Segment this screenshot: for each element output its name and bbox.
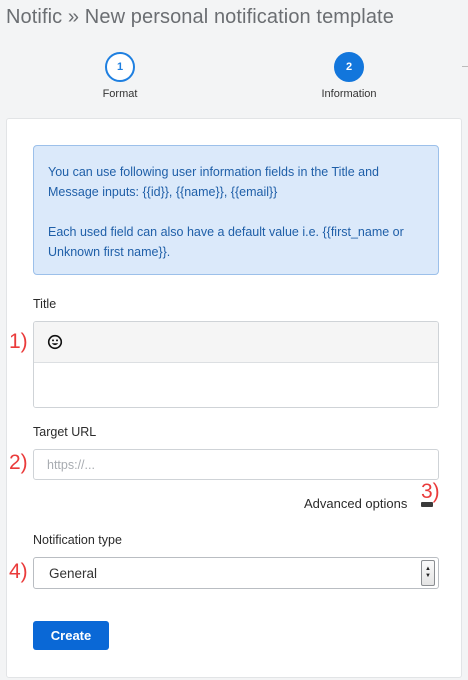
step-format[interactable]: 1 Format <box>70 52 170 100</box>
step-number: 2 <box>334 52 364 82</box>
select-arrows-icon[interactable]: ▲ ▼ <box>421 560 435 586</box>
annotation-marker-4: 4) <box>9 560 28 583</box>
info-text: Each used field can also have a default … <box>48 225 404 259</box>
annotation-marker-1: 1) <box>9 330 28 353</box>
step-number: 1 <box>105 52 135 82</box>
title-editor <box>33 321 439 408</box>
divider <box>462 66 468 67</box>
annotation-marker-3: 3) <box>421 480 440 503</box>
info-text: You can use following user information f… <box>48 165 379 199</box>
page-title: Notific » New personal notification temp… <box>6 6 394 28</box>
info-alert: You can use following user information f… <box>33 145 439 275</box>
notification-type-label: Notification type <box>33 533 122 547</box>
target-url-input[interactable] <box>33 449 439 480</box>
title-label: Title <box>33 297 57 311</box>
notification-type-select[interactable]: General ▲ ▼ <box>33 557 439 589</box>
select-value: General <box>49 565 98 581</box>
advanced-options-toggle[interactable]: Advanced options <box>304 496 407 511</box>
emoji-icon[interactable] <box>47 334 63 350</box>
form-card: You can use following user information f… <box>6 118 462 678</box>
title-input[interactable] <box>34 363 438 407</box>
title-toolbar <box>34 322 438 363</box>
wizard-steps: 1 Format 2 Information <box>0 52 468 112</box>
target-url-label: Target URL <box>33 425 97 439</box>
annotation-marker-2: 2) <box>9 451 28 474</box>
step-information[interactable]: 2 Information <box>299 52 399 100</box>
step-label: Format <box>102 88 138 100</box>
step-label: Information <box>321 88 377 100</box>
create-button[interactable]: Create <box>33 621 109 650</box>
